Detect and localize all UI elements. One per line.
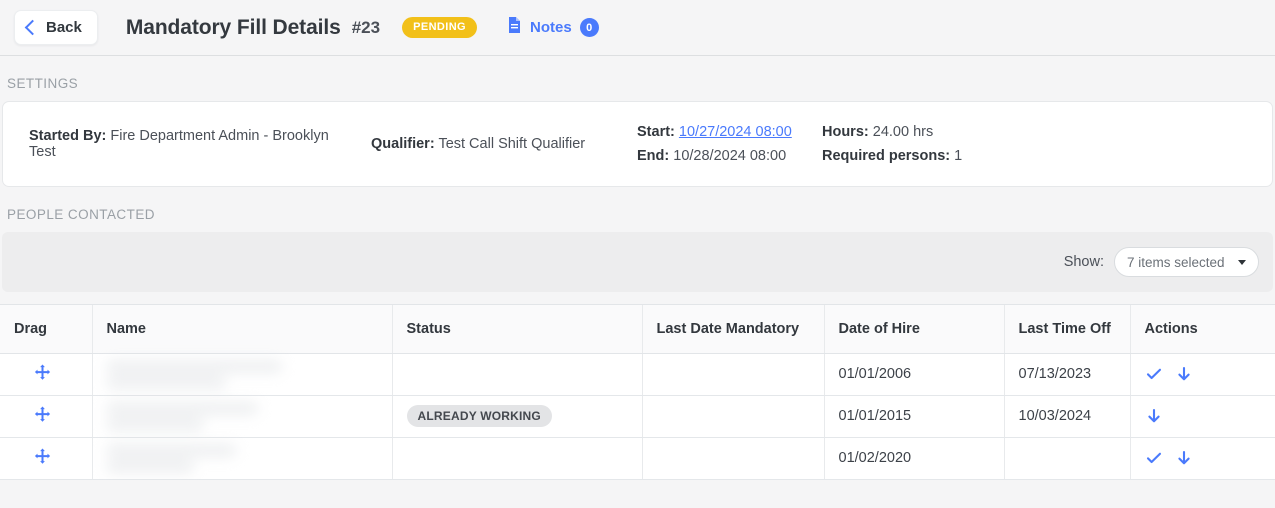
start-value-link[interactable]: 10/27/2024 08:00 [679,124,792,140]
status-cell [392,437,643,480]
started-by-block: Started By: Fire Department Admin - Broo… [29,128,349,160]
name-cell [92,437,393,480]
table-header-row: Drag Name Status Last Date Mandatory Dat… [0,305,1275,354]
show-filter-select[interactable]: 7 items selected [1114,247,1259,277]
redacted-name [106,360,392,388]
people-table-container: Drag Name Status Last Date Mandatory Dat… [0,304,1275,480]
drag-move-icon[interactable] [34,406,51,427]
qualifier-value: Test Call Shift Qualifier [438,136,586,152]
end-key: End: [637,148,670,164]
back-button[interactable]: Back [14,10,98,45]
status-cell: ALREADY WORKING [392,395,643,438]
column-header-last-date-mandatory: Last Date Mandatory [642,305,825,354]
last-time-off-cell: 10/03/2024 [1004,395,1131,438]
people-table: Drag Name Status Last Date Mandatory Dat… [0,305,1275,480]
last-time-off-cell [1004,437,1131,480]
table-row: 01/01/2006 07/13/2023 [0,353,1275,396]
chevron-down-icon [1238,259,1246,265]
qualifier-block: Qualifier: Test Call Shift Qualifier [371,136,611,152]
page-header: Back Mandatory Fill Details #23 PENDING … [0,0,1275,56]
notes-document-icon [507,16,522,39]
notes-link[interactable]: Notes 0 [507,16,599,39]
drag-handle-cell[interactable] [0,437,93,480]
show-label: Show: [1063,254,1104,270]
check-icon[interactable] [1145,365,1163,383]
down-arrow-icon[interactable] [1145,407,1163,425]
start-end-block: Start: 10/27/2024 08:00 End: 10/28/2024 … [637,124,812,164]
name-cell [92,395,393,438]
drag-move-icon[interactable] [34,448,51,469]
hours-required-block: Hours: 24.00 hrs Required persons: 1 [822,124,962,164]
check-icon[interactable] [1145,449,1163,467]
column-header-date-of-hire: Date of Hire [824,305,1005,354]
start-key: Start: [637,124,675,140]
filter-bar: Show: 7 items selected [2,232,1273,292]
show-filter-value: 7 items selected [1127,254,1225,270]
drag-move-icon[interactable] [34,364,51,385]
actions-cell [1130,437,1275,480]
settings-section-label: SETTINGS [7,76,79,91]
drag-handle-cell[interactable] [0,353,93,396]
last-date-mandatory-cell [642,437,825,480]
notes-label: Notes [530,19,572,36]
people-contacted-section-label: PEOPLE CONTACTED [7,207,155,222]
record-number: #23 [351,17,381,37]
hours-value: 24.00 hrs [872,124,934,140]
status-badge: PENDING [402,17,478,38]
settings-card: Started By: Fire Department Admin - Broo… [2,101,1273,187]
end-value: 10/28/2024 08:00 [673,148,787,164]
drag-handle-cell[interactable] [0,395,93,438]
redacted-name [106,402,392,430]
page-title: Mandatory Fill Details [125,15,341,39]
already-working-badge: ALREADY WORKING [406,405,552,427]
last-time-off-cell: 07/13/2023 [1004,353,1131,396]
last-date-mandatory-cell [642,395,825,438]
redacted-name [106,444,392,472]
date-of-hire-cell: 01/01/2006 [824,353,1005,396]
status-cell [392,353,643,396]
column-header-status: Status [392,305,643,354]
column-header-drag: Drag [0,305,93,354]
actions-cell [1130,395,1275,438]
notes-count-badge: 0 [579,18,599,37]
qualifier-key: Qualifier: [371,136,435,152]
date-of-hire-cell: 01/01/2015 [824,395,1005,438]
chevron-left-icon [24,19,41,36]
table-row: 01/02/2020 [0,437,1275,480]
column-header-actions: Actions [1130,305,1275,354]
back-button-label: Back [46,19,82,36]
hours-key: Hours: [822,124,869,140]
last-date-mandatory-cell [642,353,825,396]
down-arrow-icon[interactable] [1175,365,1193,383]
column-header-name: Name [92,305,393,354]
table-row: ALREADY WORKING 01/01/2015 10/03/2024 [0,395,1275,438]
name-cell [92,353,393,396]
started-by-key: Started By: [29,128,107,144]
required-persons-value: 1 [954,148,963,164]
date-of-hire-cell: 01/02/2020 [824,437,1005,480]
column-header-last-time-off: Last Time Off [1004,305,1131,354]
actions-cell [1130,353,1275,396]
required-persons-key: Required persons: [822,148,951,164]
down-arrow-icon[interactable] [1175,449,1193,467]
